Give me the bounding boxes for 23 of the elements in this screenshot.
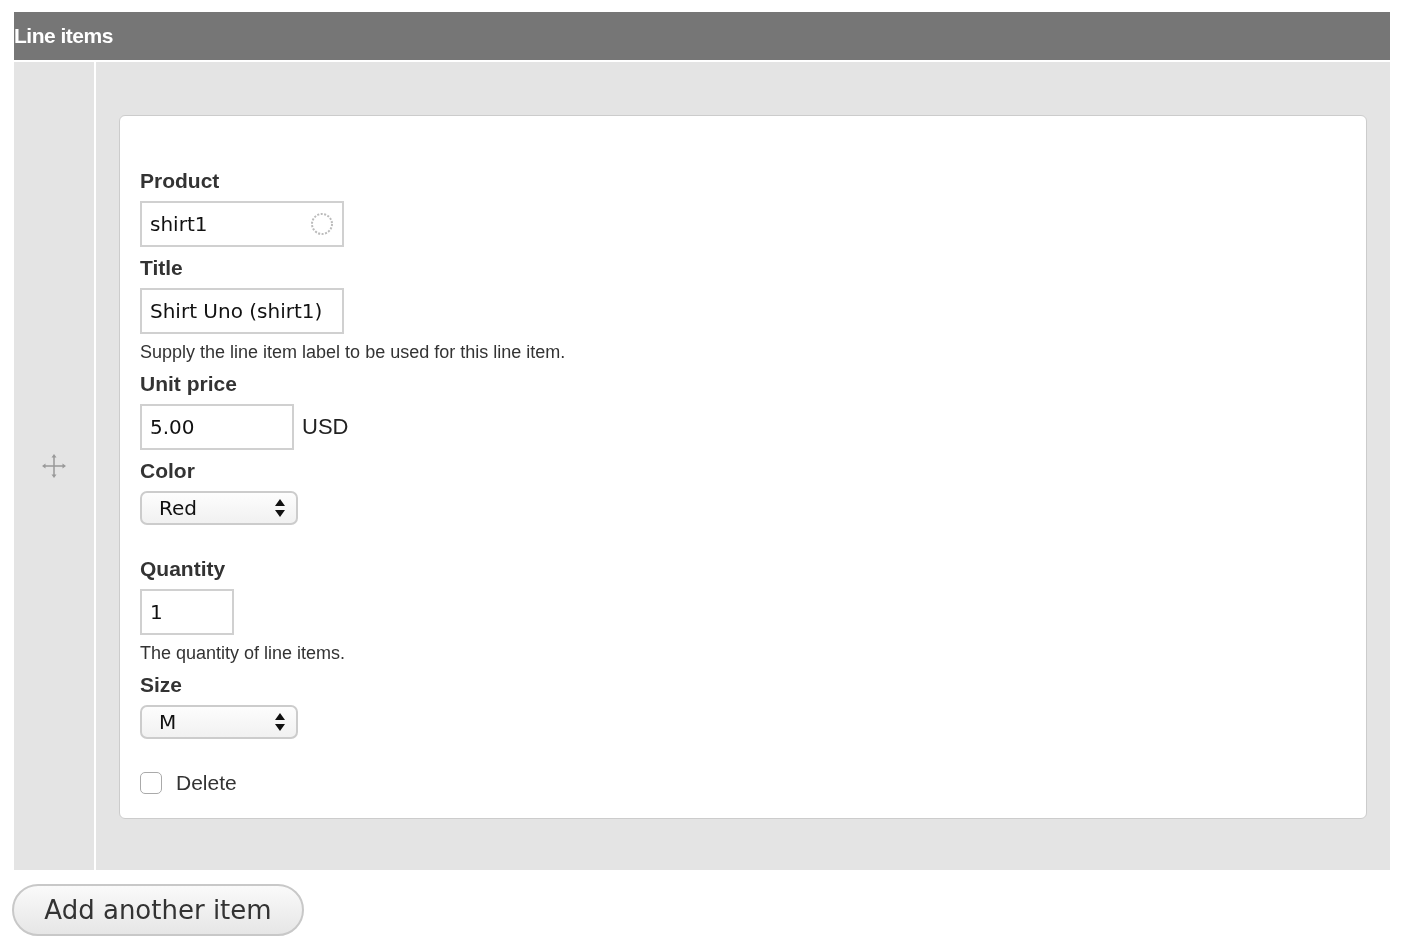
currency-label: USD [302, 414, 349, 440]
field-description: The quantity of line items. [140, 643, 346, 664]
field-label: Title [140, 256, 183, 280]
section-header: Line items [14, 12, 1390, 60]
add-item-button[interactable]: Add another item [12, 884, 304, 936]
dropdown-arrows-icon [274, 498, 286, 518]
field-label: Size [140, 673, 183, 697]
dropdown-arrows-icon [274, 712, 286, 732]
input-field[interactable]: Shirt Uno (shirt1) [140, 288, 344, 334]
checkbox-label: Delete [176, 771, 237, 795]
select-dropdown[interactable]: M [140, 705, 298, 739]
field-label: Color [140, 459, 195, 483]
autocomplete-field[interactable]: shirt1 [140, 201, 344, 247]
field-label: Product [140, 169, 220, 193]
select-dropdown[interactable]: Red [140, 491, 298, 525]
drag-handle-icon[interactable] [41, 453, 67, 479]
field-label: Unit price [140, 372, 237, 396]
delete-checkbox[interactable] [140, 772, 162, 794]
field-description: Supply the line item label to be used for this line item. [140, 342, 566, 363]
field-label: Quantity [140, 557, 226, 581]
input-field[interactable]: 1 [140, 589, 234, 635]
input-field[interactable]: 5.00 [140, 404, 294, 450]
loading-spinner-icon [310, 212, 334, 236]
